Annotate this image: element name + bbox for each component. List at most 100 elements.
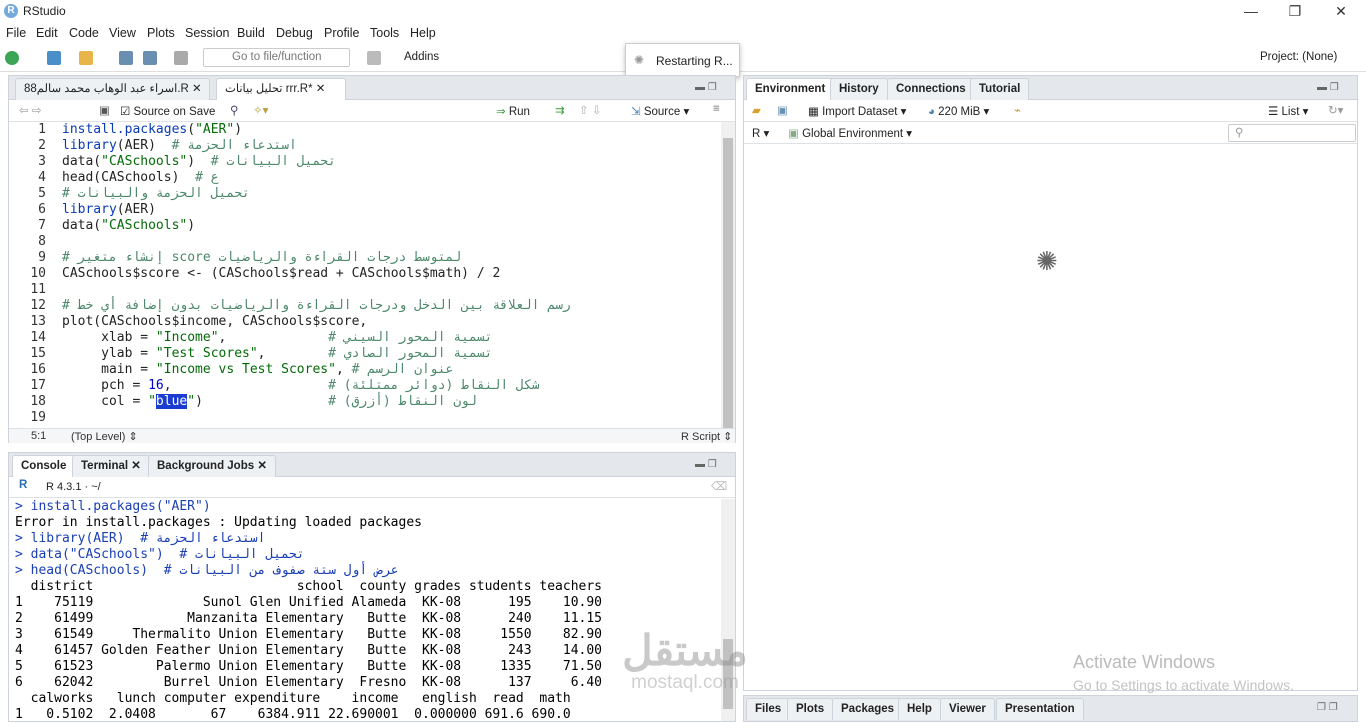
tab-connections[interactable]: Connections [887,78,975,100]
cursor-position: 5:1 [31,430,47,442]
menu-code[interactable]: Code [69,26,99,40]
menu-file[interactable]: File [6,26,26,40]
clear-console-icon[interactable]: ⌫ [711,479,727,493]
goto-file-input[interactable]: Go to file/function [203,48,350,67]
source-on-save-checkbox[interactable]: ☑ Source on Save [120,104,215,118]
environment-pane: Environment History Connections Tutorial… [743,75,1358,693]
menu-bar: File Edit Code View Plots Session Build … [0,22,1366,44]
tab-environment[interactable]: Environment [746,78,835,101]
tab-packages[interactable]: Packages [832,698,904,720]
code-editor[interactable]: 1 2 3 4 5 6 7 8 9 10 11 12 13 14 15 16 1… [9,122,721,428]
restarting-popup: ✺ Restarting R... [625,43,740,77]
minimize-env-icon[interactable]: ▬ ❐ [1317,82,1339,93]
minimize-pane-icon[interactable]: ▬ ❐ [695,82,717,93]
spinner-icon: ✺ [634,53,645,67]
menu-edit[interactable]: Edit [36,26,58,40]
save-file-icon[interactable]: ▣ [99,103,110,117]
menu-debug[interactable]: Debug [276,26,313,40]
addins-dropdown[interactable]: Addins [404,51,439,63]
tab-console[interactable]: Console [12,455,76,478]
console-output[interactable]: > install.packages("AER") Error in instal… [15,499,721,721]
code-line: library(AER) # استدعاء الحزمة [62,138,297,153]
files-tabstrip: Files Plots Packages Help Viewer Present… [744,696,1357,721]
console-line: > head(CASchools) # عرض أول ستة صفوف من … [15,563,399,578]
back-forward-icon[interactable]: ⇦ ⇨ [19,103,41,117]
minimize-files-icon[interactable]: ❐ ❐ [1317,702,1338,713]
save-workspace-icon[interactable]: ▣ [777,103,788,117]
close-button[interactable]: ✕ [1318,0,1364,22]
editor-scrollbar[interactable] [721,122,735,428]
tab-history[interactable]: History [830,78,888,100]
tab-file-2[interactable]: تحليل بيانات rrr.R* ✕ [216,78,346,101]
search-icon[interactable]: ⚲ [230,103,238,117]
source-button[interactable]: ⇲ Source ▾ [631,104,689,118]
tab-help[interactable]: Help [898,698,941,720]
open-file-icon[interactable] [79,51,93,65]
menu-profile[interactable]: Profile [324,26,359,40]
outline-icon[interactable]: ≡ [713,103,720,115]
minimize-button[interactable]: — [1228,0,1274,22]
magic-wand-icon[interactable]: ✧▾ [253,103,268,117]
broom-icon[interactable]: ⌁ [1014,103,1021,117]
save-icon[interactable] [119,51,133,65]
tab-file-1[interactable]: اسراء عبد الوهاب محمد سالم88.R ✕ [15,78,210,100]
memory-usage[interactable]: ◕ 220 MiB ▾ [928,104,989,118]
editor-scroll-thumb[interactable] [723,138,733,428]
grid-layout-icon[interactable] [367,51,381,65]
code-line: xlab = "Income", # تسمية المحور السيني [62,330,493,345]
scope-indicator[interactable]: (Top Level) ⇕ [71,430,138,443]
global-env-dropdown[interactable]: ▣ Global Environment ▾ [788,126,912,140]
run-button[interactable]: ⇒ Run [496,104,530,118]
refresh-icon[interactable]: ↻▾ [1328,103,1343,117]
window-title: RStudio [23,4,66,18]
minimize-console-icon[interactable]: ▬ ❐ [695,459,717,470]
menu-help[interactable]: Help [410,26,436,40]
tab-file-1-label: اسراء عبد الوهاب محمد سالم88.R [24,83,189,95]
list-view-dropdown[interactable]: ☰ List ▾ [1268,104,1308,118]
up-arrow-icon[interactable]: ⇧ ⇩ [579,103,601,117]
save-all-icon[interactable] [143,51,157,65]
r-version: R 4.3.1 · ~/ [46,481,101,493]
language-dropdown[interactable]: R ▾ [752,126,769,140]
tab-presentation[interactable]: Presentation [996,698,1084,720]
code-line: library(AER) [62,202,156,217]
console-header: R R 4.3.1 · ~/ ⌫ [9,477,735,498]
import-dataset-button[interactable]: ▦ Import Dataset ▾ [808,104,906,118]
files-pane: Files Plots Packages Help Viewer Present… [743,695,1358,722]
tab-files[interactable]: Files [746,698,791,720]
tab-terminal[interactable]: Terminal ✕ [72,455,150,477]
code-line: CASchools$score <- (CASchools$read + CAS… [62,266,501,281]
menu-tools[interactable]: Tools [370,26,399,40]
console-scrollbar[interactable] [721,499,735,721]
menu-session[interactable]: Session [185,26,229,40]
console-line: 1 0.5102 2.0408 67 6384.911 22.690001 0.… [15,707,571,721]
tab-terminal-label: Terminal [81,460,129,472]
console-scroll-thumb[interactable] [723,639,733,709]
project-dropdown[interactable]: Project: (None) [1260,51,1337,63]
tab-background-jobs[interactable]: Background Jobs ✕ [148,455,276,477]
code-line: main = "Income vs Test Scores", # عنوان … [62,362,454,377]
console-line: > data("CASchools") # تحميل البيانات [15,547,305,562]
new-project-icon[interactable] [47,51,61,65]
env-search-input[interactable]: ⚲ [1228,124,1356,142]
menu-plots[interactable]: Plots [147,26,175,40]
menu-build[interactable]: Build [237,26,265,40]
file-type-indicator[interactable]: R Script ⇕ [681,430,732,443]
load-workspace-icon[interactable]: ▰ [752,103,761,117]
tab-tutorial[interactable]: Tutorial [970,78,1030,100]
tab-plots[interactable]: Plots [787,698,834,720]
console-line: 4 61457 Golden Feather Union Elementary … [15,643,602,658]
new-file-icon[interactable] [5,51,19,65]
restore-button[interactable]: ❐ [1272,0,1318,22]
rstudio-logo-icon: R [4,4,18,18]
console-line: > library(AER) # استدعاء الحزمة [15,531,266,546]
menu-view[interactable]: View [109,26,136,40]
rerun-icon[interactable]: ⇉ [555,103,565,117]
import-dataset-label: Import Dataset [822,106,898,118]
tab-viewer[interactable]: Viewer [940,698,995,720]
tab-file-2-label: تحليل بيانات rrr.R* [225,83,313,95]
console-tabstrip: Console Terminal ✕ Background Jobs ✕ ▬ ❐ [9,453,735,478]
print-icon[interactable] [174,51,188,65]
file-type-label: R Script [681,431,721,443]
